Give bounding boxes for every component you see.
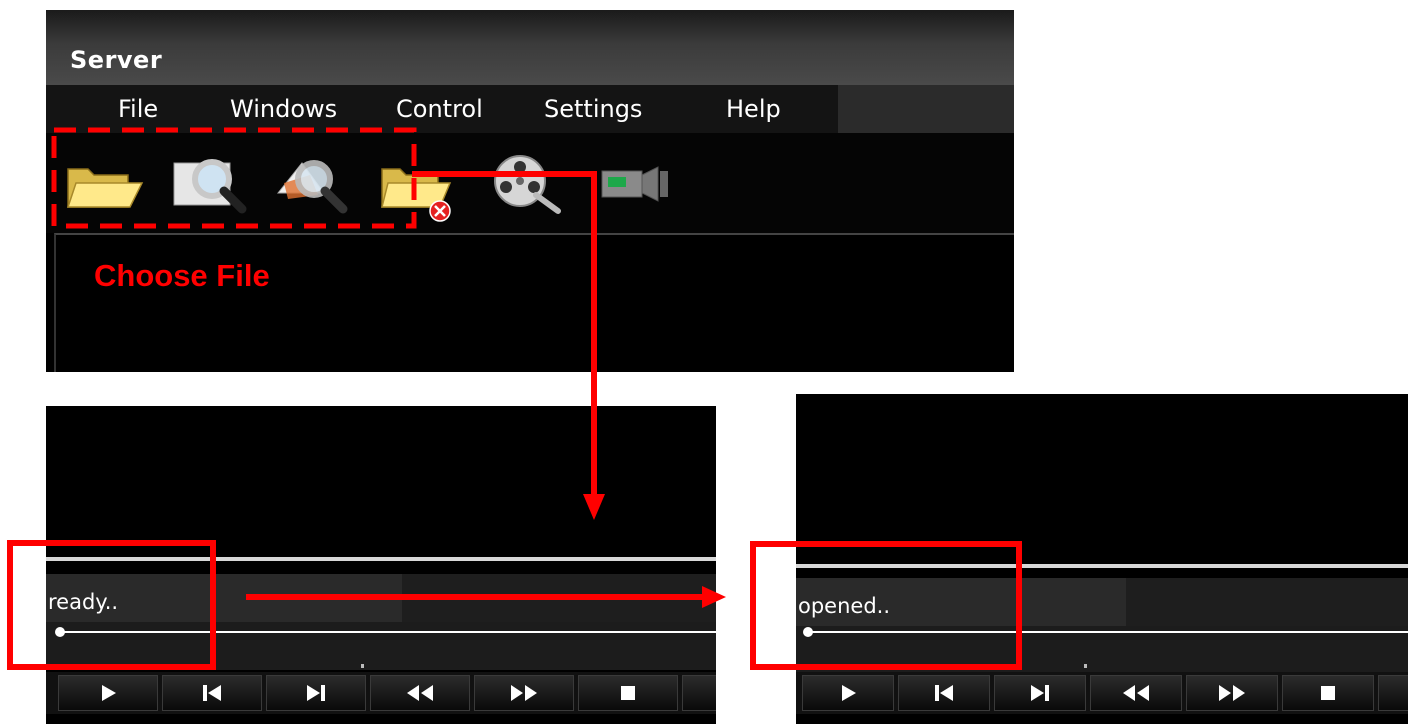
tick-mark	[361, 664, 364, 668]
close-folder-icon[interactable]	[380, 161, 460, 227]
status-text: opened..	[798, 594, 891, 618]
seek-bar[interactable]	[808, 631, 1408, 633]
fast-forward-icon	[1219, 685, 1245, 701]
seek-bar[interactable]	[58, 631, 716, 633]
menu-bar-filler	[838, 85, 1014, 133]
stop-icon	[621, 686, 635, 700]
playback-controls	[46, 672, 716, 714]
player-panel-before: ready..	[46, 406, 716, 724]
stop-icon	[1321, 686, 1335, 700]
next-icon	[1031, 685, 1049, 701]
play-button[interactable]	[58, 675, 158, 711]
next-icon	[307, 685, 325, 701]
seek-area	[46, 622, 716, 670]
tick-mark	[1084, 664, 1087, 668]
previous-icon	[935, 685, 953, 701]
server-window: Server File Windows Control Settings Hel…	[46, 10, 1014, 372]
search-image-icon[interactable]	[274, 153, 354, 219]
stop-button[interactable]	[1282, 675, 1374, 711]
menu-control[interactable]: Control	[396, 95, 483, 123]
rewind-icon	[1123, 685, 1149, 701]
next-button[interactable]	[994, 675, 1086, 711]
film-reel-icon[interactable]	[486, 151, 566, 219]
player-panel-after: opened..	[796, 394, 1408, 724]
content-area	[54, 233, 1014, 372]
fast-forward-button[interactable]	[1186, 675, 1278, 711]
extra-button[interactable]	[682, 675, 716, 711]
rewind-icon	[407, 685, 433, 701]
menu-file[interactable]: File	[118, 95, 158, 123]
seek-handle[interactable]	[55, 627, 65, 637]
menu-settings[interactable]: Settings	[544, 95, 642, 123]
playback-controls	[796, 672, 1408, 714]
choose-file-annotation: Choose File	[94, 258, 270, 293]
previous-button[interactable]	[162, 675, 262, 711]
play-icon	[102, 685, 116, 701]
rewind-button[interactable]	[1090, 675, 1182, 711]
extra-button[interactable]	[1378, 675, 1408, 711]
next-button[interactable]	[266, 675, 366, 711]
seek-area	[796, 626, 1408, 674]
toolbar	[46, 133, 1014, 233]
separator-line	[46, 557, 716, 561]
previous-icon	[203, 685, 221, 701]
previous-button[interactable]	[898, 675, 990, 711]
separator-line	[796, 564, 1408, 568]
title-bar: Server	[46, 10, 1014, 85]
stop-button[interactable]	[578, 675, 678, 711]
menu-windows[interactable]: Windows	[230, 95, 337, 123]
menu-help[interactable]: Help	[726, 95, 781, 123]
video-area	[46, 406, 716, 556]
play-button[interactable]	[802, 675, 894, 711]
fast-forward-button[interactable]	[474, 675, 574, 711]
menu-bar: File Windows Control Settings Help	[46, 85, 1014, 133]
rewind-button[interactable]	[370, 675, 470, 711]
seek-handle[interactable]	[803, 627, 813, 637]
search-icon[interactable]	[172, 153, 252, 219]
video-camera-icon[interactable]	[598, 163, 674, 209]
window-title: Server	[70, 46, 163, 74]
fast-forward-icon	[511, 685, 537, 701]
play-icon	[842, 685, 856, 701]
video-area	[796, 394, 1408, 564]
open-folder-icon[interactable]	[66, 161, 146, 215]
status-text: ready..	[48, 590, 119, 614]
